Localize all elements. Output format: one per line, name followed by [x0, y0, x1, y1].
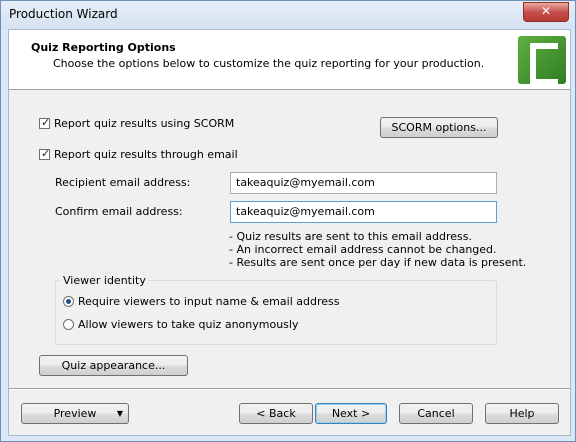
- note-line: - An incorrect email address cannot be c…: [229, 243, 497, 256]
- page-subtitle: Choose the options below to customize th…: [53, 57, 485, 70]
- email-notes: - Quiz results are sent to this email ad…: [229, 230, 526, 269]
- preview-dropdown-button[interactable]: Preview ▼: [21, 403, 129, 424]
- recipient-email-label: Recipient email address:: [55, 176, 191, 189]
- help-button[interactable]: Help: [485, 403, 559, 424]
- email-checkbox[interactable]: ✓: [39, 147, 51, 160]
- preview-label: Preview: [53, 407, 97, 420]
- scorm-options-button[interactable]: SCORM options...: [380, 117, 498, 138]
- anonymous-radio[interactable]: [63, 319, 74, 330]
- email-checkbox-label[interactable]: Report quiz results through email: [54, 148, 238, 161]
- next-button[interactable]: Next >: [315, 403, 387, 424]
- chevron-down-icon: ▼: [116, 409, 123, 418]
- logo-mark: [530, 43, 558, 85]
- footer-divider: [9, 388, 570, 390]
- production-wizard-window: Production Wizard ✕ Quiz Reporting Optio…: [0, 0, 576, 442]
- confirm-email-field[interactable]: takeaquiz@myemail.com: [230, 201, 497, 223]
- require-identity-label[interactable]: Require viewers to input name & email ad…: [78, 295, 339, 308]
- close-button[interactable]: ✕: [523, 2, 569, 22]
- recipient-email-field[interactable]: takeaquiz@myemail.com: [230, 172, 497, 194]
- camtasia-logo-icon: [518, 36, 566, 85]
- viewer-identity-group: [55, 280, 497, 345]
- note-line: - Results are sent once per day if new d…: [229, 256, 527, 269]
- wizard-client-area: Quiz Reporting Options Choose the option…: [8, 29, 571, 436]
- radio-selected-dot: [66, 299, 71, 304]
- title-bar: Production Wizard ✕: [1, 1, 575, 29]
- confirm-email-label: Confirm email address:: [55, 205, 183, 218]
- window-title: Production Wizard: [9, 7, 118, 21]
- viewer-identity-title: Viewer identity: [61, 274, 148, 287]
- scorm-checkbox-label[interactable]: Report quiz results using SCORM: [54, 117, 234, 130]
- scorm-checkbox[interactable]: ✓: [39, 116, 51, 129]
- anonymous-label[interactable]: Allow viewers to take quiz anonymously: [78, 318, 298, 331]
- close-icon: ✕: [540, 4, 552, 18]
- require-identity-radio[interactable]: [63, 296, 74, 307]
- note-line: - Quiz results are sent to this email ad…: [229, 230, 472, 243]
- wizard-header: Quiz Reporting Options Choose the option…: [9, 30, 570, 90]
- checkmark-icon: ✓: [41, 116, 51, 129]
- quiz-appearance-button[interactable]: Quiz appearance...: [39, 355, 188, 376]
- cancel-button[interactable]: Cancel: [399, 403, 473, 424]
- back-button[interactable]: < Back: [239, 403, 313, 424]
- checkmark-icon: ✓: [41, 147, 51, 160]
- page-title: Quiz Reporting Options: [31, 41, 176, 54]
